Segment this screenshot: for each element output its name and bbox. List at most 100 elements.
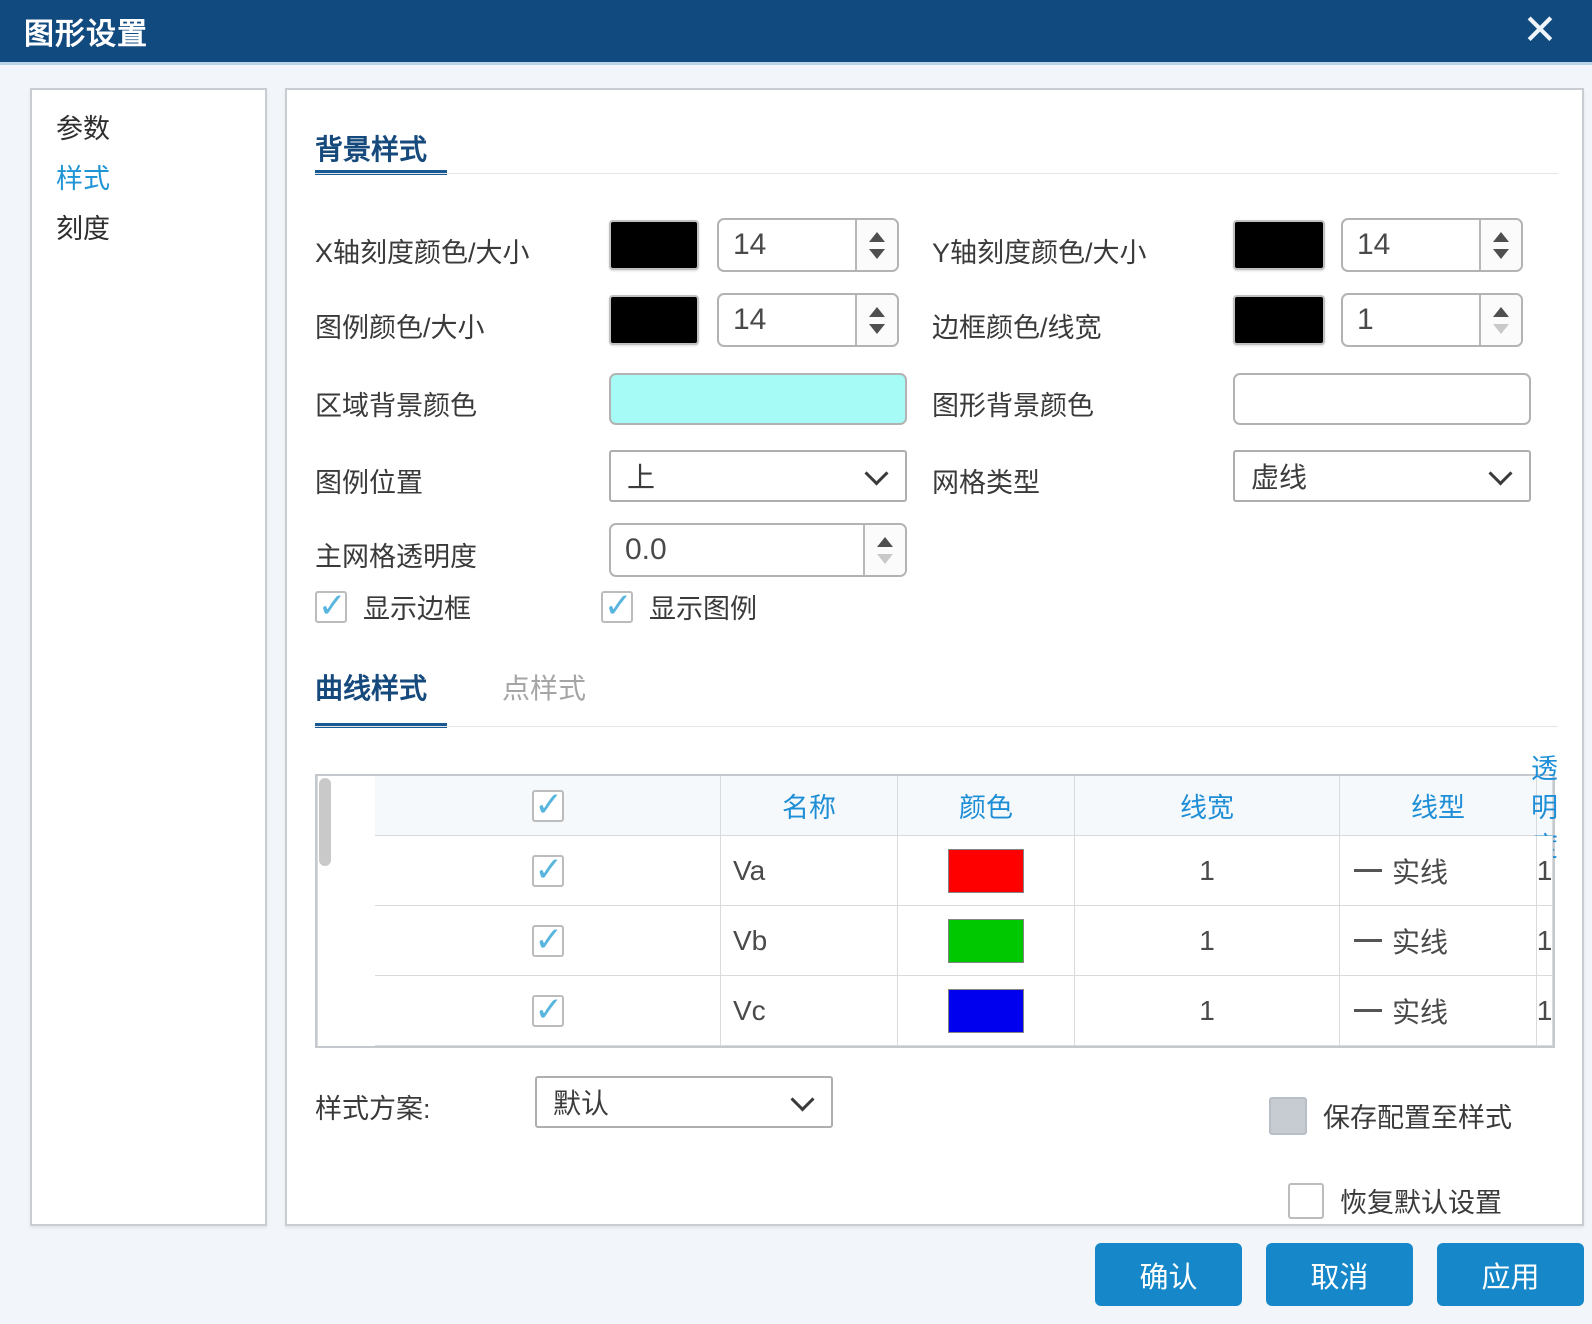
x-axis-tick-label: X轴刻度颜色/大小 (315, 231, 530, 270)
grid-opacity-spinner[interactable]: 0.0 (609, 523, 907, 577)
legend-color-swatch[interactable] (609, 295, 699, 345)
curve-color-swatch[interactable] (948, 989, 1024, 1033)
x-axis-size-spin-buttons[interactable] (855, 220, 897, 270)
save-to-style-checkbox[interactable] (1269, 1097, 1307, 1135)
spin-up-icon[interactable] (877, 537, 893, 547)
spin-down-icon[interactable] (877, 554, 893, 564)
chevron-down-icon (864, 461, 888, 485)
nav-item-style[interactable]: 样式 (32, 154, 265, 204)
scrollbar-thumb[interactable] (319, 778, 331, 866)
select-all-cell (375, 776, 721, 836)
table-scrollbar[interactable] (317, 776, 375, 1046)
grid-opacity-spin-buttons[interactable] (863, 525, 905, 575)
curve-linetype: 实线 (1392, 991, 1448, 1031)
save-to-style-label: 保存配置至样式 (1323, 1096, 1512, 1135)
show-legend-label: 显示图例 (649, 587, 757, 626)
x-axis-color-swatch[interactable] (609, 220, 699, 270)
legend-size-spin-buttons[interactable] (855, 295, 897, 345)
curve-opacity: 1 (1537, 976, 1553, 1046)
col-header-linewidth: 线宽 (1075, 776, 1340, 836)
show-legend-checkbox[interactable] (601, 591, 633, 623)
curve-style-table: 名称 颜色 线宽 线型 透明度 Va 1 实线 1 Vb 1 实线 1 Vc 1… (315, 774, 1555, 1048)
dialog-title: 图形设置 (24, 9, 148, 53)
spin-up-icon[interactable] (869, 232, 885, 242)
close-icon[interactable]: ✕ (1516, 6, 1564, 54)
spin-down-icon[interactable] (1493, 249, 1509, 259)
dialog-titlebar: 图形设置 ✕ (0, 0, 1592, 65)
spin-up-icon[interactable] (869, 307, 885, 317)
legend-size-value: 14 (719, 303, 855, 337)
y-axis-size-spin-buttons[interactable] (1479, 220, 1521, 270)
legend-position-select[interactable]: 上 (609, 450, 907, 502)
x-axis-size-value: 14 (719, 228, 855, 262)
spin-down-icon[interactable] (1493, 324, 1509, 334)
tab-point-style[interactable]: 点样式 (502, 667, 586, 707)
curve-color-swatch[interactable] (948, 919, 1024, 963)
background-style-section-title: 背景样式 (315, 128, 427, 168)
chart-bg-color-field[interactable] (1233, 373, 1531, 425)
row-checkbox[interactable] (532, 925, 564, 957)
show-border-label: 显示边框 (363, 587, 471, 626)
legend-position-value: 上 (611, 456, 655, 496)
confirm-button[interactable]: 确认 (1095, 1243, 1242, 1306)
y-axis-size-value: 14 (1343, 228, 1479, 262)
x-axis-size-spinner[interactable]: 14 (717, 218, 899, 272)
tab-rule (315, 726, 1558, 727)
curve-linewidth: 1 (1075, 976, 1340, 1046)
curve-linetype-cell: 实线 (1340, 836, 1537, 906)
curve-opacity: 1 (1537, 836, 1553, 906)
legend-position-label: 图例位置 (315, 461, 423, 500)
col-header-name: 名称 (721, 776, 898, 836)
spin-up-icon[interactable] (1493, 307, 1509, 317)
grid-type-label: 网格类型 (932, 461, 1040, 500)
spin-down-icon[interactable] (869, 249, 885, 259)
y-axis-size-spinner[interactable]: 14 (1341, 218, 1523, 272)
border-color-label: 边框颜色/线宽 (932, 306, 1102, 345)
curve-opacity: 1 (1537, 906, 1553, 976)
chevron-down-icon (1488, 461, 1512, 485)
curve-name: Vb (721, 906, 898, 976)
border-color-swatch[interactable] (1233, 295, 1325, 345)
grid-type-select[interactable]: 虚线 (1233, 450, 1531, 502)
restore-default-label: 恢复默认设置 (1340, 1181, 1502, 1220)
chevron-down-icon (790, 1087, 814, 1111)
legend-size-spinner[interactable]: 14 (717, 293, 899, 347)
tab-curve-style[interactable]: 曲线样式 (315, 667, 427, 707)
style-scheme-select[interactable]: 默认 (535, 1076, 833, 1128)
grid-type-value: 虚线 (1235, 456, 1307, 496)
spin-down-icon[interactable] (869, 324, 885, 334)
nav-item-scale[interactable]: 刻度 (32, 204, 265, 254)
solid-line-icon (1354, 1009, 1382, 1012)
grid-opacity-label: 主网格透明度 (315, 535, 477, 574)
section-rule (315, 173, 1558, 174)
cancel-button[interactable]: 取消 (1266, 1243, 1413, 1306)
y-axis-color-swatch[interactable] (1233, 220, 1325, 270)
solid-line-icon (1354, 939, 1382, 942)
select-all-checkbox[interactable] (532, 790, 564, 822)
curve-linewidth: 1 (1075, 906, 1340, 976)
table-row-checkbox-cell (375, 976, 721, 1046)
curve-linetype-cell: 实线 (1340, 906, 1537, 976)
col-header-linetype: 线型 (1340, 776, 1537, 836)
restore-default-checkbox[interactable] (1288, 1183, 1324, 1219)
row-checkbox[interactable] (532, 855, 564, 887)
grid-opacity-value: 0.0 (611, 533, 863, 567)
style-scheme-label: 样式方案: (315, 1087, 431, 1126)
area-bg-color-field[interactable] (609, 373, 907, 425)
spin-up-icon[interactable] (1493, 232, 1509, 242)
y-axis-tick-label: Y轴刻度颜色/大小 (932, 231, 1147, 270)
area-bg-color-label: 区域背景颜色 (315, 384, 477, 423)
chart-bg-color-label: 图形背景颜色 (932, 384, 1094, 423)
style-settings-panel: 背景样式 X轴刻度颜色/大小 14 Y轴刻度颜色/大小 14 图例颜色/大小 1… (285, 88, 1584, 1226)
col-header-color: 颜色 (898, 776, 1075, 836)
border-width-spinner[interactable]: 1 (1341, 293, 1523, 347)
border-width-spin-buttons[interactable] (1479, 295, 1521, 345)
curve-color-swatch[interactable] (948, 849, 1024, 893)
curve-color-cell (898, 976, 1075, 1046)
settings-nav-panel: 参数 样式 刻度 (30, 88, 267, 1226)
nav-item-parameters[interactable]: 参数 (32, 104, 265, 154)
row-checkbox[interactable] (532, 995, 564, 1027)
show-border-checkbox[interactable] (315, 591, 347, 623)
curve-name: Va (721, 836, 898, 906)
apply-button[interactable]: 应用 (1437, 1243, 1584, 1306)
